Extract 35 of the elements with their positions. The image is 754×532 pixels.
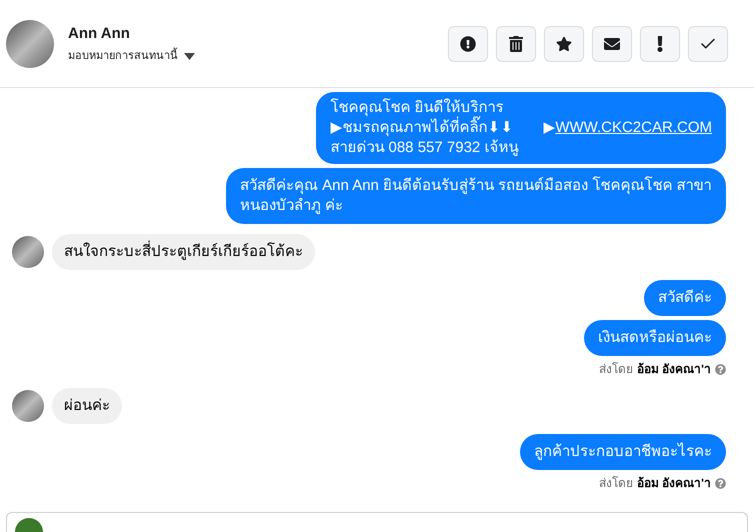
sender-name: อ้อม อังคณา'า — [636, 475, 711, 492]
message-text: สายด่วน 088 557 7932 เจ้หนู — [330, 138, 518, 158]
avatar-icon — [6, 20, 54, 68]
envelope-button[interactable] — [592, 26, 632, 62]
avatar-icon — [12, 390, 44, 422]
caret-icon — [184, 52, 195, 60]
exclamation-button[interactable] — [640, 26, 680, 62]
website-link[interactable]: WWW.CKC2CAR.COM — [555, 118, 712, 138]
sent-by-label: ส่งโดย — [598, 361, 633, 378]
message-bubble: ผ่อนค่ะ — [52, 388, 122, 424]
avatar-icon — [15, 518, 43, 532]
envelope-icon — [604, 36, 620, 52]
sender-name: อ้อม อังคณา'า — [636, 361, 711, 378]
help-icon — [715, 364, 726, 374]
message-bubble: สวัสดีค่ะ — [644, 280, 726, 316]
star-icon — [556, 36, 572, 52]
message-bubble: ลูกค้าประกอบอาชีพอะไรคะ — [520, 434, 726, 470]
check-button[interactable] — [688, 26, 728, 62]
message-text: โชคคุณโชค ยินดีให้บริการ — [330, 98, 504, 116]
message-bubble: สวัสดีค่ะคุณ Ann Ann ยินดีต้อนรับสู่ร้าน รถยนต์มือสอง โชคคุณโชค สาขาหนองบัวลำภู ค่ะ — [226, 168, 726, 224]
trash-icon — [508, 36, 524, 52]
contact-name: Ann Ann — [68, 24, 131, 44]
assign-conversation-dropdown[interactable]: มอบหมายการสนทนานี้ — [68, 48, 195, 64]
message-text: ▶ชมรถคุณภาพได้ที่คลิ๊ก⬇⬇ — [330, 118, 514, 138]
alert-icon — [460, 36, 476, 52]
avatar-icon — [12, 236, 44, 268]
help-icon — [715, 478, 726, 488]
sent-by-label: ส่งโดย — [598, 475, 633, 492]
alert-button[interactable] — [448, 26, 488, 62]
trash-button[interactable] — [496, 26, 536, 62]
star-button[interactable] — [544, 26, 584, 62]
message-bubble: สนใจกระบะสี่ประตูเกียร์เกียร์ออโต้คะ — [52, 234, 315, 270]
reply-composer[interactable] — [6, 512, 748, 532]
play-symbol: ▶ — [543, 118, 556, 138]
message-bubble: เงินสดหรือผ่อนคะ — [584, 320, 726, 356]
